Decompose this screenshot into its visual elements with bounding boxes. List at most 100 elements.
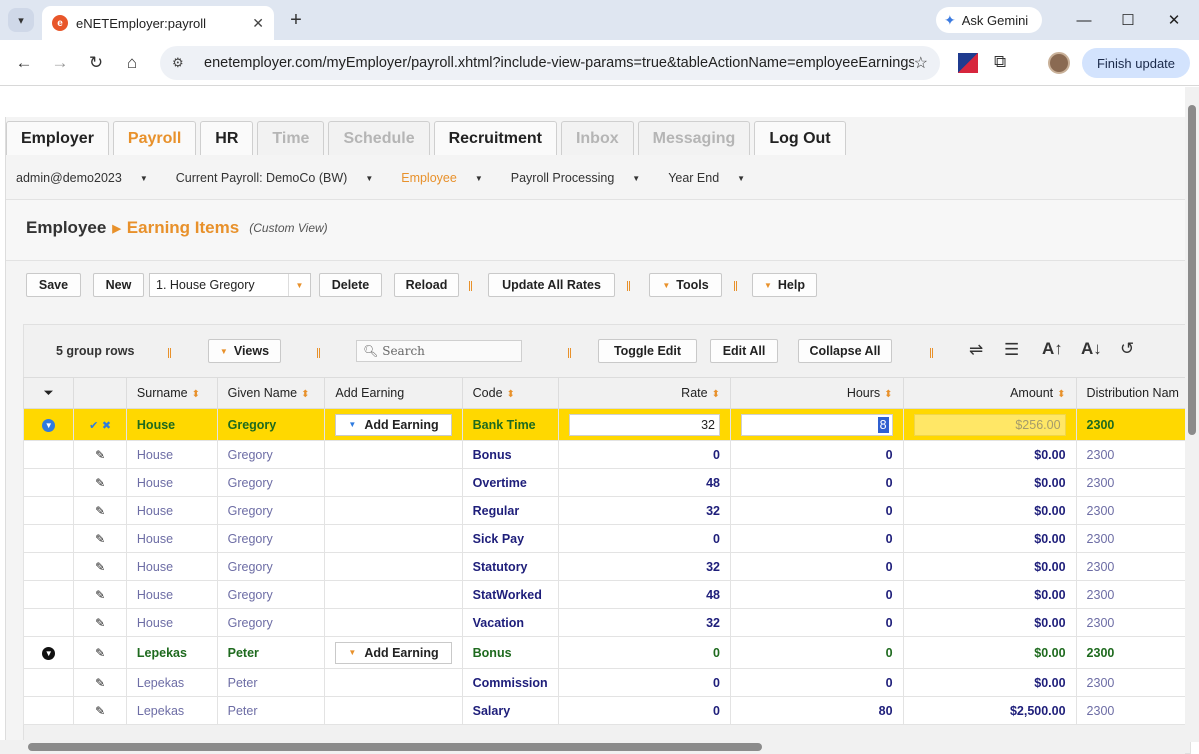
current-payroll-menu[interactable]: Current Payroll: DemoCo (BW) ▼ [176, 171, 388, 185]
forward-icon[interactable]: → [48, 51, 72, 75]
decrease-font-icon[interactable]: A↓ [1081, 339, 1102, 359]
rate-header[interactable]: Rate ⬍ [557, 377, 731, 409]
hours-input[interactable]: 8 [740, 413, 893, 436]
tab-payroll[interactable]: Payroll [112, 121, 197, 155]
tab-time[interactable]: Time [257, 121, 325, 155]
tab-inbox[interactable]: Inbox [560, 121, 634, 155]
edit-pencil-icon[interactable]: ✎ [73, 552, 127, 581]
collapse-circle-icon[interactable]: ▼ [42, 647, 56, 660]
tools-button[interactable]: ▼ Tools [649, 273, 722, 297]
given-name-header[interactable]: Given Name ⬍ [216, 377, 326, 409]
year-end-menu[interactable]: Year End ▼ [668, 171, 759, 185]
filter-column-header[interactable]: ⏷ [22, 377, 75, 409]
surname-header[interactable]: Surname ⬍ [125, 377, 218, 409]
extensions-puzzle-icon[interactable]: ⧉ [994, 52, 1006, 72]
increase-font-icon[interactable]: A↑ [1042, 339, 1063, 359]
table-row[interactable]: ✎ Lepekas Peter Salary 0 80 $2,500.00 23… [22, 696, 1191, 725]
edit-all-button[interactable]: Edit All [710, 339, 778, 363]
add-earning-button[interactable]: ▼ Add Earning [335, 413, 452, 436]
edit-pencil-icon[interactable]: ✎ [73, 496, 127, 525]
home-icon[interactable]: ⌂ [120, 51, 144, 75]
edit-pencil-icon[interactable]: ✎ [73, 524, 127, 553]
back-icon[interactable]: ← [12, 51, 36, 75]
toggle-edit-button[interactable]: Toggle Edit [598, 339, 697, 363]
sort-icon[interactable]: ⬍ [301, 389, 309, 400]
code-header[interactable]: Code ⬍ [461, 377, 559, 409]
edit-pencil-icon[interactable]: ✎ [73, 440, 127, 469]
edit-pencil-icon[interactable]: ✎ [73, 468, 127, 497]
table-row[interactable]: ✎ House Gregory Vacation 32 0 $0.00 2300 [22, 608, 1191, 637]
tab-close-icon[interactable]: ✕ [252, 15, 264, 32]
table-group-row[interactable]: ▼ ✎ Lepekas Peter ▼ Add Earning Bonus 0 0… [22, 636, 1191, 669]
employee-menu[interactable]: Employee ▼ [401, 171, 497, 185]
site-info-icon[interactable]: ⚙ [172, 55, 190, 71]
edit-pencil-icon[interactable]: ✎ [73, 696, 127, 725]
confirm-check-icon[interactable]: ✔ [89, 420, 98, 432]
tab-schedule[interactable]: Schedule [328, 121, 430, 155]
close-window-icon[interactable]: ✕ [1156, 8, 1192, 32]
tab-recruitment[interactable]: Recruitment [433, 121, 557, 155]
sort-icon[interactable]: ⬍ [507, 389, 515, 400]
vertical-scrollbar[interactable] [1185, 87, 1199, 742]
browser-tab[interactable]: e eNETEmployer:payroll ✕ [42, 6, 274, 40]
url-text[interactable]: enetemployer.com/myEmployer/payroll.xhtm… [204, 55, 914, 71]
maximize-icon[interactable]: ☐ [1110, 8, 1146, 32]
profile-avatar[interactable] [1048, 52, 1070, 74]
horizontal-scrollbar-thumb[interactable] [28, 743, 762, 751]
sort-icon[interactable]: ⬍ [192, 389, 200, 400]
table-row[interactable]: ✎ House Gregory Statutory 32 0 $0.00 230… [22, 552, 1191, 581]
rate-input[interactable]: 32 [568, 413, 720, 436]
extension-icon[interactable] [958, 53, 978, 73]
edit-pencil-icon[interactable]: ✎ [73, 636, 127, 669]
save-button[interactable]: Save [26, 273, 81, 297]
filter-funnel-icon[interactable]: ⏷ [44, 386, 54, 400]
update-all-rates-button[interactable]: Update All Rates [488, 273, 615, 297]
distribution-header[interactable]: Distribution Nam [1075, 377, 1191, 409]
ask-gemini-button[interactable]: ✦ Ask Gemini [936, 7, 1042, 33]
table-row[interactable]: ✎ House Gregory Overtime 48 0 $0.00 2300 [22, 468, 1191, 497]
expand-toggle[interactable]: ▼ [22, 636, 75, 669]
reload-button[interactable]: Reload [394, 273, 459, 297]
tab-hr[interactable]: HR [200, 121, 254, 155]
vertical-scrollbar-thumb[interactable] [1188, 105, 1196, 435]
search-input[interactable]: 🔍︎ Search [356, 340, 522, 362]
views-button[interactable]: ▼ Views [208, 339, 281, 363]
table-row[interactable]: ✎ House Gregory Sick Pay 0 0 $0.00 2300 [22, 524, 1191, 553]
add-earning-button[interactable]: ▼ Add Earning [335, 641, 452, 664]
sort-icon[interactable]: ⬍ [884, 389, 892, 400]
employee-select[interactable]: 1. House Gregory ▼ [149, 273, 311, 297]
table-row[interactable]: ✎ House Gregory StatWorked 48 0 $0.00 23… [22, 580, 1191, 609]
sort-icon[interactable]: ⬍ [1057, 389, 1065, 400]
edit-pencil-icon[interactable]: ✎ [73, 608, 127, 637]
tab-search-button[interactable]: ▾ [8, 8, 34, 32]
bookmark-star-icon[interactable]: ☆ [914, 53, 928, 73]
horizontal-scrollbar[interactable] [0, 740, 1185, 754]
table-row[interactable]: ✎ Lepekas Peter Commission 0 0 $0.00 230… [22, 668, 1191, 697]
new-tab-button[interactable]: + [284, 8, 308, 32]
amount-header[interactable]: Amount ⬍ [902, 377, 1077, 409]
address-bar[interactable]: ⚙ enetemployer.com/myEmployer/payroll.xh… [160, 46, 940, 80]
dropdown-arrow-icon[interactable]: ▼ [288, 274, 310, 296]
wrap-text-icon[interactable]: ⇌ [969, 340, 983, 360]
tab-messaging[interactable]: Messaging [637, 121, 751, 155]
new-button[interactable]: New [93, 273, 144, 297]
edit-pencil-icon[interactable]: ✎ [73, 580, 127, 609]
reload-icon[interactable]: ↻ [84, 51, 108, 75]
delete-button[interactable]: Delete [319, 273, 382, 297]
breadcrumb-parent[interactable]: Employee [26, 218, 106, 238]
clear-filter-icon[interactable]: ☰ [1004, 340, 1019, 360]
minimize-icon[interactable]: — [1066, 8, 1102, 32]
hours-header[interactable]: Hours ⬍ [729, 377, 904, 409]
cancel-x-icon[interactable]: ✖ [102, 420, 111, 432]
edit-pencil-icon[interactable]: ✎ [73, 668, 127, 697]
help-button[interactable]: ▼ Help [752, 273, 817, 297]
table-row[interactable]: ✎ House Gregory Bonus 0 0 $0.00 2300 [22, 440, 1191, 469]
collapse-all-button[interactable]: Collapse All [798, 339, 892, 363]
tab-employer[interactable]: Employer [6, 121, 109, 155]
table-row[interactable]: ✎ House Gregory Regular 32 0 $0.00 2300 [22, 496, 1191, 525]
payroll-processing-menu[interactable]: Payroll Processing ▼ [511, 171, 654, 185]
user-menu[interactable]: admin@demo2023 ▼ [16, 171, 162, 185]
reset-icon[interactable]: ↺ [1120, 339, 1134, 359]
tab-logout[interactable]: Log Out [754, 121, 846, 155]
sort-icon[interactable]: ⬍ [712, 389, 720, 400]
